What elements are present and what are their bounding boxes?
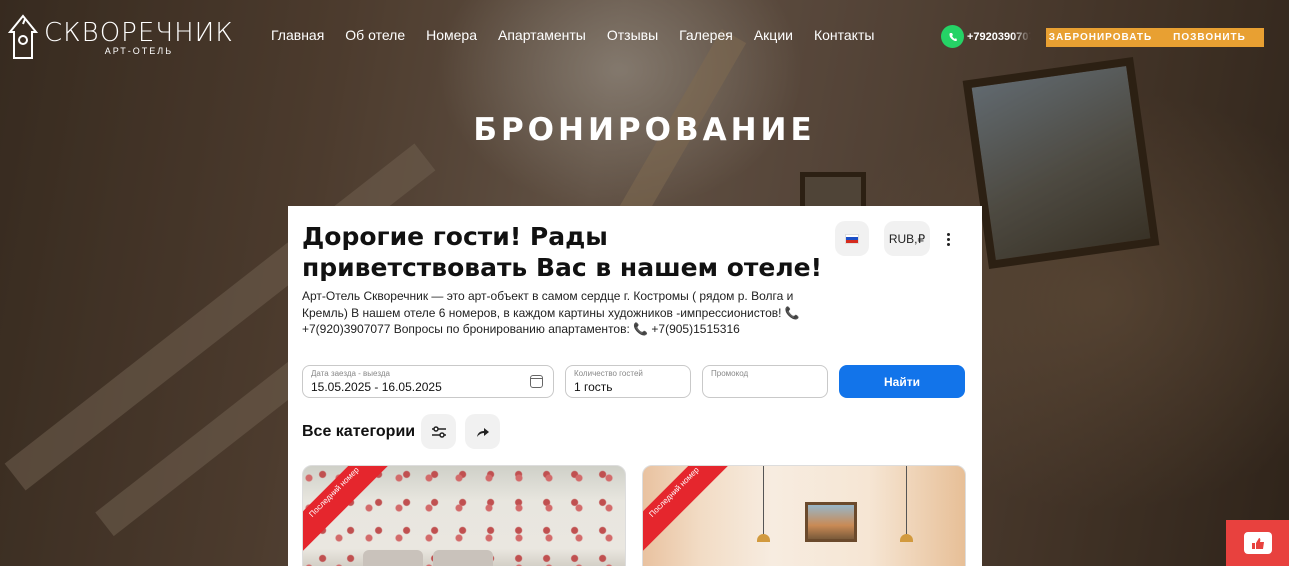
room-photo-detail — [363, 550, 423, 566]
nav-apartments[interactable]: Апартаменты — [498, 27, 586, 43]
phone-number: +7920390707 — [967, 30, 1031, 43]
promo-label: Промокод — [711, 369, 749, 378]
room-photo-detail — [805, 502, 857, 542]
guests-value: 1 гость — [574, 380, 613, 394]
share-icon[interactable] — [465, 414, 500, 449]
find-button[interactable]: Найти — [839, 365, 965, 398]
language-button[interactable] — [835, 221, 869, 256]
whatsapp-contact[interactable]: +7920390707 — [941, 25, 1031, 48]
promo-field[interactable]: Промокод — [702, 365, 828, 398]
call-button[interactable]: ПОЗВОНИТЬ — [1155, 28, 1264, 47]
categories-heading: Все категории — [302, 423, 416, 440]
main-nav: Главная Об отеле Номера Апартаменты Отзы… — [271, 27, 874, 43]
booking-widget: Дорогие гости! Рады приветствовать Вас в… — [288, 206, 982, 566]
dates-value: 15.05.2025 - 16.05.2025 — [311, 380, 442, 394]
nav-gallery[interactable]: Галерея — [679, 27, 733, 43]
room-card[interactable]: Последний номер — [642, 465, 966, 566]
room-card[interactable]: Последний номер — [302, 465, 626, 566]
header: СКВОРЕЧНИК АРТ-ОТЕЛЬ Главная Об отеле Но… — [0, 0, 1289, 75]
room-photo-detail — [433, 550, 493, 566]
nav-about[interactable]: Об отеле — [345, 27, 405, 43]
birdhouse-icon — [7, 14, 39, 60]
whatsapp-icon — [941, 25, 964, 48]
book-button[interactable]: ЗАБРОНИРОВАТЬ — [1046, 28, 1155, 47]
last-room-ribbon: Последний номер — [643, 466, 734, 552]
room-photo-detail — [757, 466, 770, 542]
guests-field[interactable]: Количество гостей 1 гость — [565, 365, 691, 398]
logo[interactable]: СКВОРЕЧНИК АРТ-ОТЕЛЬ — [7, 14, 234, 60]
calendar-icon — [530, 375, 543, 388]
more-vertical-icon[interactable] — [942, 229, 954, 249]
room-photo-detail — [900, 466, 913, 542]
currency-button[interactable]: RUB,₽ — [884, 221, 930, 256]
filter-sliders-icon[interactable] — [421, 414, 456, 449]
nav-rooms[interactable]: Номера — [426, 27, 477, 43]
hotel-description: Арт-Отель Скворечник — это арт-объект в … — [302, 289, 800, 336]
brand-name: СКВОРЕЧНИК — [44, 18, 234, 48]
header-actions: ЗАБРОНИРОВАТЬ ПОЗВОНИТЬ — [1046, 28, 1264, 47]
widget-headline: Дорогие гости! Рады приветствовать Вас в… — [302, 222, 822, 282]
feedback-button[interactable] — [1226, 520, 1289, 566]
dates-label: Дата заезда - выезда — [311, 369, 390, 378]
thumbs-up-icon — [1243, 532, 1272, 554]
page-title: БРОНИРОВАНИЕ — [473, 112, 816, 148]
guests-label: Количество гостей — [574, 369, 643, 378]
russia-flag-icon — [845, 233, 859, 244]
nav-promos[interactable]: Акции — [754, 27, 793, 43]
last-room-ribbon: Последний номер — [303, 466, 394, 552]
nav-home[interactable]: Главная — [271, 27, 324, 43]
nav-reviews[interactable]: Отзывы — [607, 27, 658, 43]
nav-contacts[interactable]: Контакты — [814, 27, 874, 43]
dates-field[interactable]: Дата заезда - выезда 15.05.2025 - 16.05.… — [302, 365, 554, 398]
